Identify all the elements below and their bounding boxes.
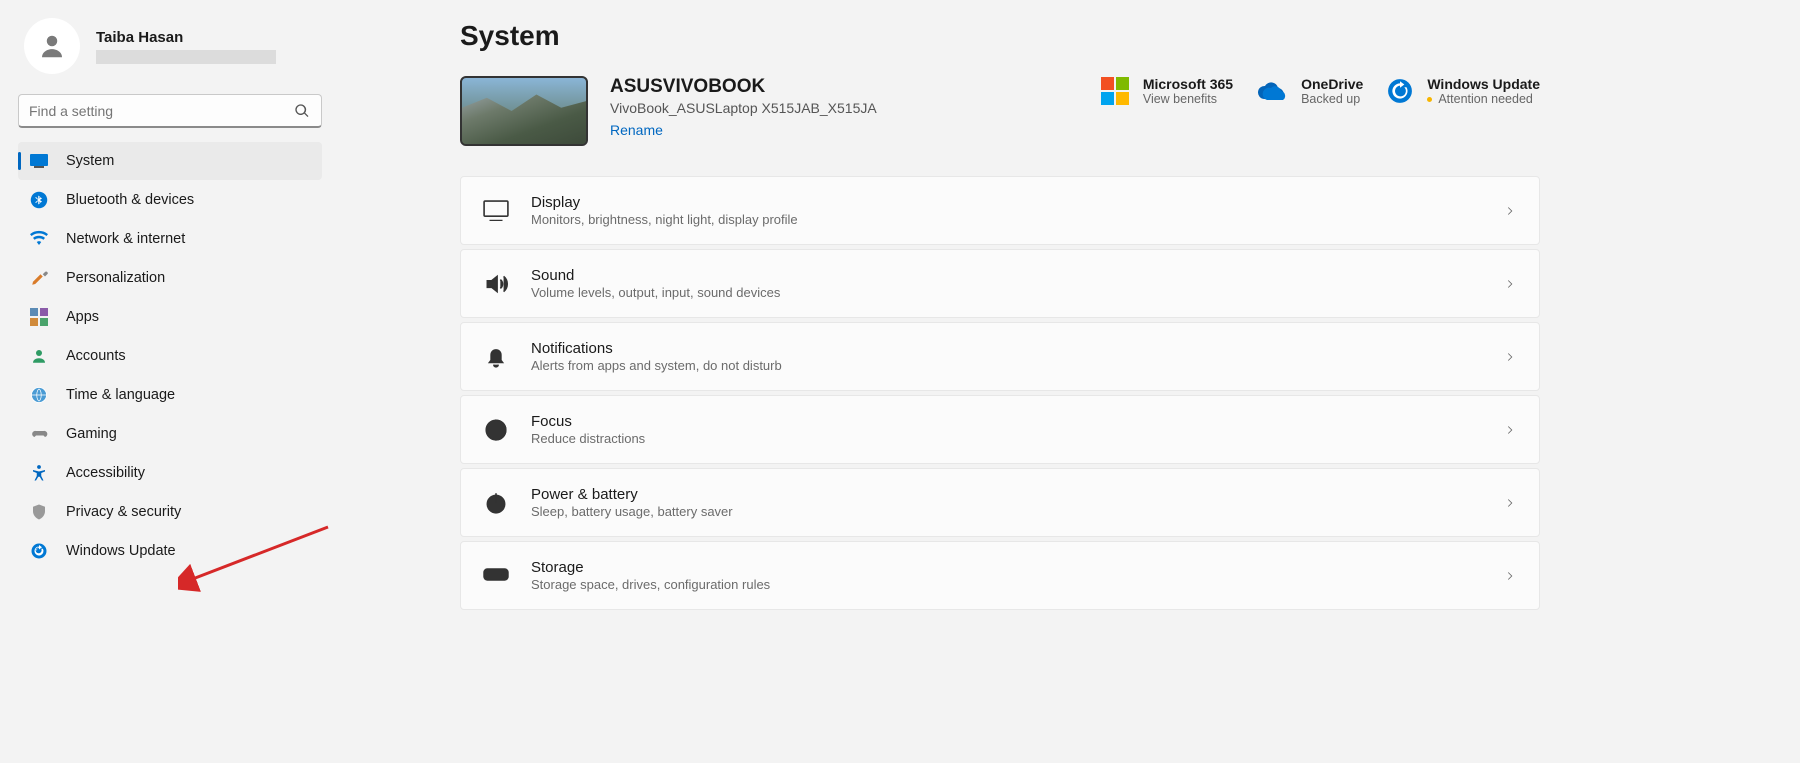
- rename-link[interactable]: Rename: [610, 122, 877, 138]
- bell-icon: [483, 344, 509, 370]
- card-notifications[interactable]: Notifications Alerts from apps and syste…: [460, 322, 1540, 391]
- card-title: Display: [531, 194, 1503, 211]
- nav-item-personalization[interactable]: Personalization: [18, 259, 322, 297]
- status-title: OneDrive: [1301, 76, 1363, 92]
- focus-icon: [483, 417, 509, 443]
- nav-label: Personalization: [66, 270, 165, 286]
- chevron-right-icon: [1503, 277, 1517, 291]
- accounts-icon: [30, 347, 48, 365]
- card-title: Sound: [531, 267, 1503, 284]
- system-header-row: ASUSVIVOBOOK VivoBook_ASUSLaptop X515JAB…: [460, 76, 1540, 146]
- status-onedrive[interactable]: OneDrive Backed up: [1257, 76, 1363, 106]
- accessibility-icon: [30, 464, 48, 482]
- nav-label: Gaming: [66, 426, 117, 442]
- device-text: ASUSVIVOBOOK VivoBook_ASUSLaptop X515JAB…: [610, 76, 877, 146]
- search-field-wrap: [18, 94, 322, 128]
- nav-label: Time & language: [66, 387, 175, 403]
- bluetooth-icon: [30, 191, 48, 209]
- microsoft-365-icon: [1101, 77, 1129, 105]
- nav-item-network[interactable]: Network & internet: [18, 220, 322, 258]
- card-focus[interactable]: Focus Reduce distractions: [460, 395, 1540, 464]
- brush-icon: [30, 269, 48, 287]
- storage-icon: [483, 568, 509, 583]
- chevron-right-icon: [1503, 204, 1517, 218]
- attention-dot: [1427, 97, 1432, 102]
- status-title: Windows Update: [1427, 76, 1540, 92]
- status-sub: Attention needed: [1427, 92, 1540, 106]
- nav-label: Bluetooth & devices: [66, 192, 194, 208]
- nav-item-apps[interactable]: Apps: [18, 298, 322, 336]
- power-icon: [483, 490, 509, 516]
- chevron-right-icon: [1503, 423, 1517, 437]
- nav-label: System: [66, 153, 114, 169]
- nav-list: System Bluetooth & devices Network & int…: [18, 142, 322, 570]
- card-sub: Monitors, brightness, night light, displ…: [531, 212, 1503, 227]
- status-title: Microsoft 365: [1143, 76, 1233, 92]
- search-icon: [294, 103, 310, 119]
- main-content: System ASUSVIVOBOOK VivoBook_ASUSLaptop …: [340, 0, 1800, 763]
- card-sub: Sleep, battery usage, battery saver: [531, 504, 1503, 519]
- card-title: Storage: [531, 559, 1503, 576]
- chevron-right-icon: [1503, 350, 1517, 364]
- user-account[interactable]: Taiba Hasan: [18, 18, 322, 74]
- speaker-icon: [483, 271, 509, 297]
- nav-item-gaming[interactable]: Gaming: [18, 415, 322, 453]
- card-sound[interactable]: Sound Volume levels, output, input, soun…: [460, 249, 1540, 318]
- monitor-icon: [483, 200, 509, 222]
- card-title: Focus: [531, 413, 1503, 430]
- gamepad-icon: [30, 425, 48, 443]
- nav-item-bluetooth[interactable]: Bluetooth & devices: [18, 181, 322, 219]
- card-sub: Volume levels, output, input, sound devi…: [531, 285, 1503, 300]
- user-email-redacted: [96, 50, 276, 64]
- nav-item-windows-update[interactable]: Windows Update: [18, 532, 322, 570]
- status-windows-update[interactable]: Windows Update Attention needed: [1387, 76, 1540, 106]
- update-icon: [1387, 78, 1413, 104]
- user-text: Taiba Hasan: [96, 29, 276, 64]
- nav-label: Privacy & security: [66, 504, 181, 520]
- status-sub: Backed up: [1301, 92, 1363, 106]
- apps-icon: [30, 308, 48, 326]
- card-power-battery[interactable]: Power & battery Sleep, battery usage, ba…: [460, 468, 1540, 537]
- device-model: VivoBook_ASUSLaptop X515JAB_X515JA: [610, 100, 877, 116]
- chevron-right-icon: [1503, 569, 1517, 583]
- avatar: [24, 18, 80, 74]
- wifi-icon: [30, 230, 48, 248]
- page-title: System: [460, 20, 1540, 52]
- device-block: ASUSVIVOBOOK VivoBook_ASUSLaptop X515JAB…: [460, 76, 1077, 146]
- card-display[interactable]: Display Monitors, brightness, night ligh…: [460, 176, 1540, 245]
- globe-clock-icon: [30, 386, 48, 404]
- system-icon: [30, 152, 48, 170]
- status-sub: View benefits: [1143, 92, 1233, 106]
- nav-item-system[interactable]: System: [18, 142, 322, 180]
- card-sub: Reduce distractions: [531, 431, 1503, 446]
- shield-icon: [30, 503, 48, 521]
- nav-item-accessibility[interactable]: Accessibility: [18, 454, 322, 492]
- nav-label: Accessibility: [66, 465, 145, 481]
- nav-item-accounts[interactable]: Accounts: [18, 337, 322, 375]
- update-icon: [30, 542, 48, 560]
- desktop-thumbnail[interactable]: [460, 76, 588, 146]
- nav-label: Windows Update: [66, 543, 176, 559]
- device-name: ASUSVIVOBOOK: [610, 76, 877, 98]
- card-title: Notifications: [531, 340, 1503, 357]
- chevron-right-icon: [1503, 496, 1517, 510]
- nav-label: Apps: [66, 309, 99, 325]
- nav-item-privacy-security[interactable]: Privacy & security: [18, 493, 322, 531]
- onedrive-icon: [1257, 80, 1287, 102]
- settings-card-list: Display Monitors, brightness, night ligh…: [460, 176, 1540, 610]
- card-storage[interactable]: Storage Storage space, drives, configura…: [460, 541, 1540, 610]
- nav-label: Accounts: [66, 348, 126, 364]
- nav-item-time-language[interactable]: Time & language: [18, 376, 322, 414]
- nav-label: Network & internet: [66, 231, 185, 247]
- card-sub: Storage space, drives, configuration rul…: [531, 577, 1503, 592]
- search-input[interactable]: [18, 94, 322, 128]
- sidebar: Taiba Hasan System Bluetooth & devices N…: [0, 0, 340, 763]
- card-sub: Alerts from apps and system, do not dist…: [531, 358, 1503, 373]
- user-name: Taiba Hasan: [96, 29, 276, 46]
- status-microsoft365[interactable]: Microsoft 365 View benefits: [1101, 76, 1233, 106]
- person-icon: [37, 31, 67, 61]
- card-title: Power & battery: [531, 486, 1503, 503]
